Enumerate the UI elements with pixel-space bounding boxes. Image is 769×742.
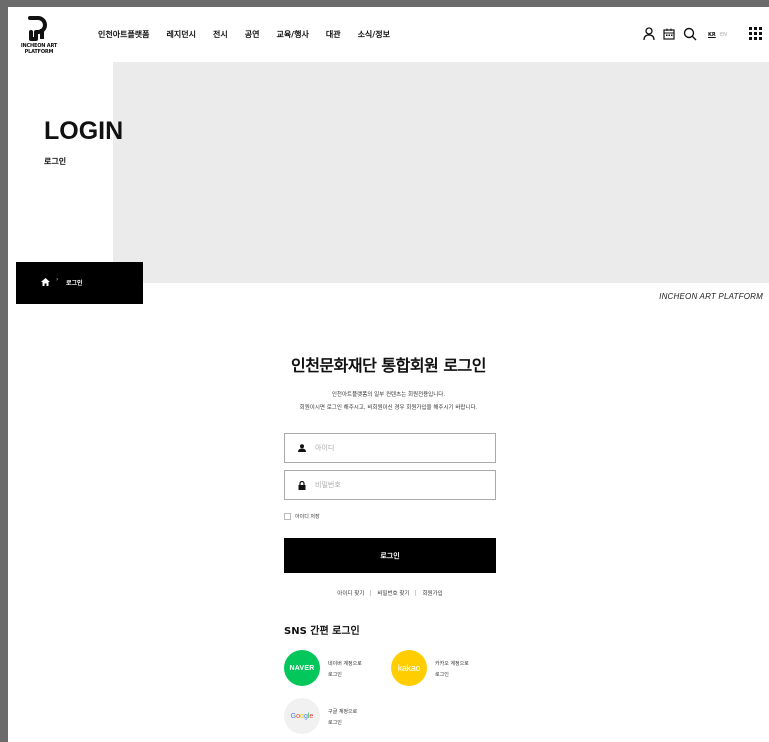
account-links: 아이디 찾기 비밀번호 찾기 회원가입 — [284, 589, 496, 597]
login-description-line2: 회원이시면 로그인 해주시고, 비회원이신 경우 회원가입을 해주시기 바랍니다… — [299, 405, 478, 411]
naver-logo-icon[interactable]: NAVER — [284, 650, 320, 686]
nav-item-artplatform[interactable]: 인천아트플랫폼 — [98, 29, 150, 40]
site-logo[interactable]: INCHEON ART PLATFORM — [14, 15, 60, 59]
breadcrumb-separator: › — [56, 276, 59, 283]
naver-login[interactable]: NAVER 네이버 계정으로 로그인 — [284, 650, 384, 686]
home-icon[interactable] — [41, 278, 50, 286]
signup-link[interactable]: 회원가입 — [422, 591, 442, 597]
save-id-label[interactable]: 아이디 저장 — [295, 513, 320, 520]
grid-menu-icon[interactable] — [749, 27, 762, 40]
find-password-link[interactable]: 비밀번호 찾기 — [377, 591, 409, 597]
login-description-line1: 인천아트플랫폼의 일부 컨텐츠는 회원전용입니다. — [331, 392, 446, 398]
user-icon[interactable] — [643, 27, 655, 41]
kakao-login[interactable]: kakao 카카오 계정으로 로그인 — [391, 650, 491, 686]
naver-login-label[interactable]: 네이버 계정으로 로그인 — [328, 659, 362, 681]
main-nav: 인천아트플랫폼 레지던시 전시 공연 교육/행사 대관 소식/정보 — [98, 29, 407, 40]
lang-kr[interactable]: KR — [708, 32, 716, 38]
login-button[interactable]: 로그인 — [284, 538, 496, 573]
google-logo-icon[interactable]: Google — [284, 698, 320, 734]
logo-mark-icon — [28, 16, 47, 41]
nav-item-education[interactable]: 교육/행사 — [276, 29, 308, 40]
password-field[interactable] — [284, 470, 496, 500]
find-id-link[interactable]: 아이디 찾기 — [337, 591, 364, 597]
nav-item-news[interactable]: 소식/정보 — [358, 29, 390, 40]
sns-login-title: SNS 간편 로그인 — [284, 626, 360, 637]
id-field[interactable] — [284, 433, 496, 463]
kakao-login-label[interactable]: 카카오 계정으로 로그인 — [435, 659, 469, 681]
google-login-label[interactable]: 구글 계정으로 로그인 — [328, 707, 357, 729]
password-input[interactable] — [315, 478, 485, 492]
link-divider — [415, 590, 417, 596]
breadcrumb: › 로그인 — [16, 262, 143, 304]
breadcrumb-current: 로그인 — [66, 280, 83, 287]
calendar-icon[interactable] — [663, 28, 675, 40]
login-title: 인천문화재단 통합회원 로그인 — [290, 356, 487, 375]
search-icon[interactable] — [683, 27, 697, 41]
nav-item-exhibition[interactable]: 전시 — [213, 29, 228, 40]
brand-wordmark: INCHEON ART PLATFORM — [659, 292, 763, 301]
lock-icon — [298, 481, 306, 490]
site-header: INCHEON ART PLATFORM 인천아트플랫폼 레지던시 전시 공연 … — [8, 7, 769, 62]
user-icon — [298, 444, 306, 452]
kakao-logo-icon[interactable]: kakao — [391, 650, 427, 686]
nav-item-performance[interactable]: 공연 — [245, 29, 260, 40]
save-id-checkbox[interactable] — [284, 512, 291, 520]
nav-item-residency[interactable]: 레지던시 — [167, 29, 196, 40]
logo-text: INCHEON ART PLATFORM — [20, 43, 58, 55]
link-divider — [370, 590, 372, 596]
google-login[interactable]: Google 구글 계정으로 로그인 — [284, 698, 384, 734]
lang-en[interactable]: EN — [720, 32, 727, 38]
id-input[interactable] — [315, 441, 485, 455]
google-letter: e — [309, 712, 314, 720]
save-id-row: 아이디 저장 — [284, 511, 320, 521]
nav-item-rental[interactable]: 대관 — [326, 29, 341, 40]
page-subtitle: 로그인 — [44, 157, 67, 166]
hero-banner — [113, 62, 769, 283]
page-title: LOGIN — [44, 117, 124, 145]
browser-page: INCHEON ART PLATFORM 인천아트플랫폼 레지던시 전시 공연 … — [8, 7, 769, 742]
header-utilities: KR EN — [639, 25, 769, 45]
google-wordmark: Google — [291, 713, 314, 720]
